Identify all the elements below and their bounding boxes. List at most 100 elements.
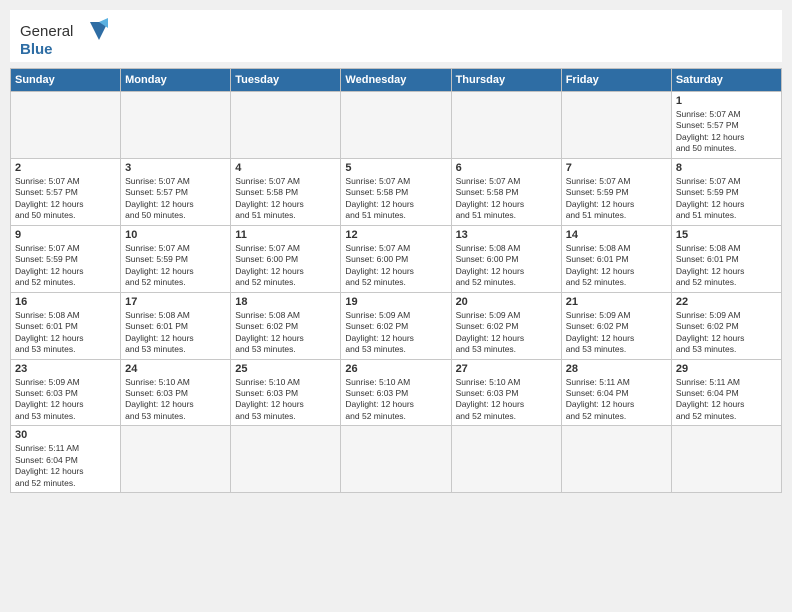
- weekday-header-tuesday: Tuesday: [231, 69, 341, 92]
- header: GeneralBlue: [10, 10, 782, 62]
- day-info: Sunrise: 5:11 AMSunset: 6:04 PMDaylight:…: [15, 443, 116, 489]
- calendar-cell: 22Sunrise: 5:09 AMSunset: 6:02 PMDayligh…: [671, 292, 781, 359]
- calendar-cell: [451, 426, 561, 493]
- calendar-table: SundayMondayTuesdayWednesdayThursdayFrid…: [10, 68, 782, 493]
- calendar-week-row: 1Sunrise: 5:07 AMSunset: 5:57 PMDaylight…: [11, 92, 782, 159]
- day-info: Sunrise: 5:10 AMSunset: 6:03 PMDaylight:…: [235, 377, 336, 423]
- day-number: 2: [15, 162, 116, 174]
- calendar-cell: [231, 426, 341, 493]
- day-number: 12: [345, 229, 446, 241]
- day-info: Sunrise: 5:08 AMSunset: 6:01 PMDaylight:…: [566, 243, 667, 289]
- calendar-cell: 28Sunrise: 5:11 AMSunset: 6:04 PMDayligh…: [561, 359, 671, 426]
- calendar-cell: [561, 426, 671, 493]
- day-number: 19: [345, 296, 446, 308]
- calendar-cell: 11Sunrise: 5:07 AMSunset: 6:00 PMDayligh…: [231, 225, 341, 292]
- calendar-cell: 14 Sunrise: 5:08 AMSunset: 6:01 PMDayligh…: [561, 225, 671, 292]
- calendar-cell: 27 Sunrise: 5:10 AMSunset: 6:03 PMDayligh…: [451, 359, 561, 426]
- svg-text:Blue: Blue: [20, 41, 53, 58]
- day-number: 23: [15, 363, 116, 375]
- day-info: Sunrise: 5:09 AMSunset: 6:03 PMDaylight:…: [15, 377, 116, 423]
- calendar-cell: 21 Sunrise: 5:09 AMSunset: 6:02 PMDayligh…: [561, 292, 671, 359]
- day-number: 24: [125, 363, 226, 375]
- calendar-cell: 13 Sunrise: 5:08 AMSunset: 6:00 PMDayligh…: [451, 225, 561, 292]
- calendar-week-row: 2 Sunrise: 5:07 AMSunset: 5:57 PMDaylight…: [11, 158, 782, 225]
- calendar-cell: 16Sunrise: 5:08 AMSunset: 6:01 PMDayligh…: [11, 292, 121, 359]
- day-number: 3: [125, 162, 226, 174]
- weekday-header-saturday: Saturday: [671, 69, 781, 92]
- day-number: 14: [566, 229, 667, 241]
- calendar-body: 1Sunrise: 5:07 AMSunset: 5:57 PMDaylight…: [11, 92, 782, 493]
- calendar-cell: 2 Sunrise: 5:07 AMSunset: 5:57 PMDaylight…: [11, 158, 121, 225]
- day-info: Sunrise: 5:09 AMSunset: 6:02 PMDaylight:…: [566, 310, 667, 356]
- day-info: Sunrise: 5:07 AMSunset: 5:59 PMDaylight:…: [566, 176, 667, 222]
- day-number: 25: [235, 363, 336, 375]
- weekday-header-wednesday: Wednesday: [341, 69, 451, 92]
- calendar-cell: 15 Sunrise: 5:08 AMSunset: 6:01 PMDayligh…: [671, 225, 781, 292]
- day-info: Sunrise: 5:07 AMSunset: 5:57 PMDaylight:…: [125, 176, 226, 222]
- day-info: Sunrise: 5:07 AMSunset: 5:58 PMDaylight:…: [235, 176, 336, 222]
- logo: GeneralBlue: [20, 18, 110, 58]
- calendar-cell: 20 Sunrise: 5:09 AMSunset: 6:02 PMDayligh…: [451, 292, 561, 359]
- page: GeneralBlue SundayMondayTuesdayWednesday…: [0, 0, 792, 612]
- calendar-cell: 30 Sunrise: 5:11 AMSunset: 6:04 PMDayligh…: [11, 426, 121, 493]
- day-number: 16: [15, 296, 116, 308]
- day-number: 20: [456, 296, 557, 308]
- calendar-cell: [671, 426, 781, 493]
- day-number: 7: [566, 162, 667, 174]
- day-number: 26: [345, 363, 446, 375]
- calendar-cell: [341, 426, 451, 493]
- calendar-cell: 6Sunrise: 5:07 AMSunset: 5:58 PMDaylight…: [451, 158, 561, 225]
- calendar-week-row: 16Sunrise: 5:08 AMSunset: 6:01 PMDayligh…: [11, 292, 782, 359]
- day-number: 17: [125, 296, 226, 308]
- generalblue-logo-icon: GeneralBlue: [20, 18, 110, 58]
- calendar-cell: 12 Sunrise: 5:07 AMSunset: 6:00 PMDayligh…: [341, 225, 451, 292]
- weekday-header-sunday: Sunday: [11, 69, 121, 92]
- day-info: Sunrise: 5:09 AMSunset: 6:02 PMDaylight:…: [345, 310, 446, 356]
- calendar-cell: 10Sunrise: 5:07 AMSunset: 5:59 PMDayligh…: [121, 225, 231, 292]
- weekday-header-monday: Monday: [121, 69, 231, 92]
- calendar-week-row: 30 Sunrise: 5:11 AMSunset: 6:04 PMDayligh…: [11, 426, 782, 493]
- calendar-cell: [121, 92, 231, 159]
- day-info: Sunrise: 5:08 AMSunset: 6:00 PMDaylight:…: [456, 243, 557, 289]
- day-info: Sunrise: 5:07 AMSunset: 6:00 PMDaylight:…: [235, 243, 336, 289]
- day-info: Sunrise: 5:07 AMSunset: 6:00 PMDaylight:…: [345, 243, 446, 289]
- day-number: 21: [566, 296, 667, 308]
- calendar-cell: 19 Sunrise: 5:09 AMSunset: 6:02 PMDayligh…: [341, 292, 451, 359]
- day-number: 5: [345, 162, 446, 174]
- day-info: Sunrise: 5:09 AMSunset: 6:02 PMDaylight:…: [676, 310, 777, 356]
- day-number: 6: [456, 162, 557, 174]
- calendar-cell: 26 Sunrise: 5:10 AMSunset: 6:03 PMDayligh…: [341, 359, 451, 426]
- day-info: Sunrise: 5:08 AMSunset: 6:01 PMDaylight:…: [676, 243, 777, 289]
- day-number: 30: [15, 429, 116, 441]
- day-number: 29: [676, 363, 777, 375]
- calendar-cell: [121, 426, 231, 493]
- calendar-cell: 25 Sunrise: 5:10 AMSunset: 6:03 PMDayligh…: [231, 359, 341, 426]
- weekday-header-friday: Friday: [561, 69, 671, 92]
- day-info: Sunrise: 5:11 AMSunset: 6:04 PMDaylight:…: [566, 377, 667, 423]
- day-info: Sunrise: 5:10 AMSunset: 6:03 PMDaylight:…: [345, 377, 446, 423]
- calendar-cell: [341, 92, 451, 159]
- calendar-cell: 29Sunrise: 5:11 AMSunset: 6:04 PMDayligh…: [671, 359, 781, 426]
- calendar-cell: [231, 92, 341, 159]
- calendar-cell: 23 Sunrise: 5:09 AMSunset: 6:03 PMDayligh…: [11, 359, 121, 426]
- calendar-cell: [451, 92, 561, 159]
- day-number: 8: [676, 162, 777, 174]
- day-info: Sunrise: 5:10 AMSunset: 6:03 PMDaylight:…: [456, 377, 557, 423]
- day-info: Sunrise: 5:07 AMSunset: 5:59 PMDaylight:…: [676, 176, 777, 222]
- calendar-cell: 24Sunrise: 5:10 AMSunset: 6:03 PMDayligh…: [121, 359, 231, 426]
- calendar-cell: 17Sunrise: 5:08 AMSunset: 6:01 PMDayligh…: [121, 292, 231, 359]
- day-number: 15: [676, 229, 777, 241]
- day-info: Sunrise: 5:09 AMSunset: 6:02 PMDaylight:…: [456, 310, 557, 356]
- calendar-cell: 3 Sunrise: 5:07 AMSunset: 5:57 PMDaylight…: [121, 158, 231, 225]
- calendar-header: SundayMondayTuesdayWednesdayThursdayFrid…: [11, 69, 782, 92]
- day-info: Sunrise: 5:07 AMSunset: 5:57 PMDaylight:…: [676, 109, 777, 155]
- day-number: 13: [456, 229, 557, 241]
- day-number: 9: [15, 229, 116, 241]
- day-number: 27: [456, 363, 557, 375]
- calendar-cell: 5Sunrise: 5:07 AMSunset: 5:58 PMDaylight…: [341, 158, 451, 225]
- day-number: 4: [235, 162, 336, 174]
- calendar-cell: 1Sunrise: 5:07 AMSunset: 5:57 PMDaylight…: [671, 92, 781, 159]
- weekday-header-thursday: Thursday: [451, 69, 561, 92]
- day-info: Sunrise: 5:07 AMSunset: 5:57 PMDaylight:…: [15, 176, 116, 222]
- day-number: 10: [125, 229, 226, 241]
